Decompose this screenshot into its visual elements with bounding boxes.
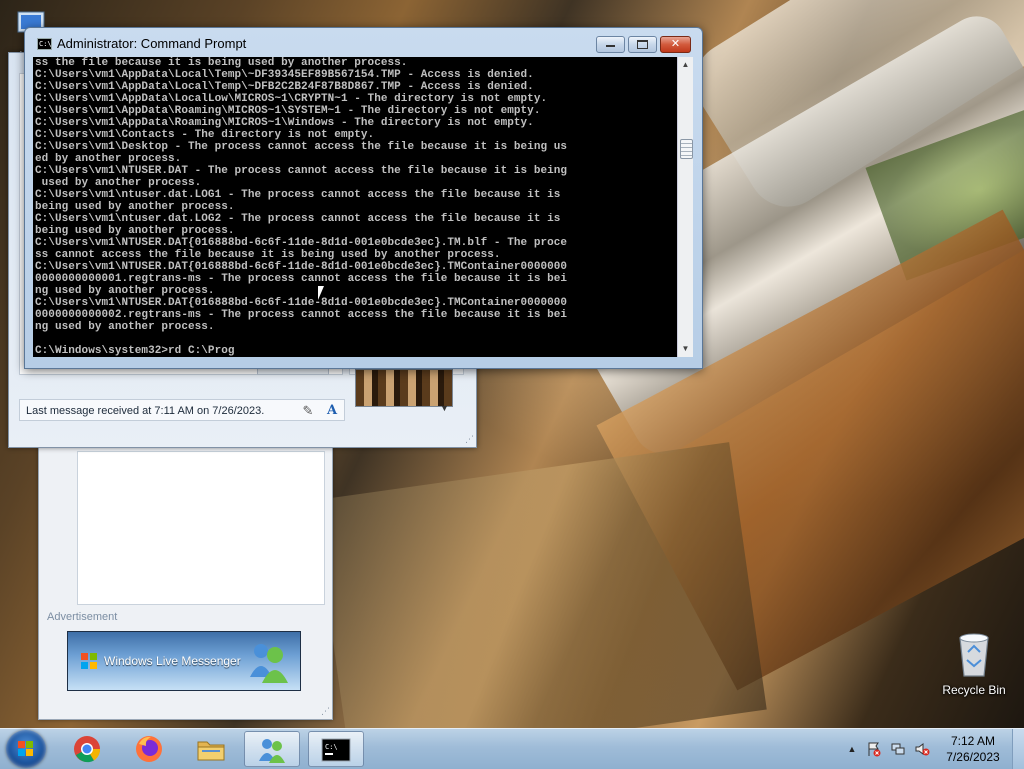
console-text: ss the file because it is being used by …	[33, 57, 677, 357]
network-icon[interactable]	[890, 741, 906, 757]
close-icon: ✕	[670, 38, 681, 50]
chevron-down-icon[interactable]: ▼	[440, 403, 449, 413]
svg-text:C:\: C:\	[325, 743, 338, 751]
console-line: C:\Users\vm1\ntuser.dat.LOG2 - The proce…	[35, 213, 561, 225]
command-prompt-window[interactable]: C:\ Administrator: Command Prompt ✕ ss t…	[24, 27, 703, 369]
console-output[interactable]: ss the file because it is being used by …	[33, 57, 677, 357]
show-desktop-button[interactable]	[1012, 729, 1024, 769]
windows-flag-icon	[81, 653, 97, 669]
contact-display-picture[interactable]	[355, 369, 453, 407]
messenger-buddies-icon	[259, 739, 285, 763]
recycle-bin-icon	[959, 633, 989, 677]
advertisement-label: Advertisement	[47, 611, 118, 623]
console-line: being used by another process.	[35, 225, 235, 237]
console-line: C:\Users\vm1\AppData\Roaming\MICROS~1\Wi…	[35, 117, 534, 129]
window-title: Administrator: Command Prompt	[57, 36, 247, 51]
recycle-bin-label: Recycle Bin	[942, 683, 1006, 697]
advertisement-banner[interactable]: Windows Live Messenger	[67, 631, 301, 691]
console-line: C:\Users\vm1\NTUSER.DAT{016888bd-6c6f-11…	[35, 297, 568, 309]
scroll-down-icon[interactable]: ▼	[678, 341, 693, 357]
maximize-button[interactable]	[628, 36, 657, 53]
folder-icon	[197, 741, 225, 761]
console-line: C:\Users\vm1\NTUSER.DAT - The process ca…	[35, 165, 568, 177]
scroll-thumb[interactable]	[680, 139, 693, 159]
scroll-up-icon[interactable]: ▲	[678, 57, 693, 73]
clock-date: 7/26/2023	[946, 750, 1000, 764]
console-line: C:\Users\vm1\NTUSER.DAT{016888bd-6c6f-11…	[35, 261, 568, 273]
console-line: C:\Windows\system32>rd C:\Prog	[35, 345, 235, 357]
console-line: C:\Users\vm1\NTUSER.DAT{016888bd-6c6f-11…	[35, 237, 568, 249]
resize-grip-icon[interactable]: ⋰	[465, 434, 474, 445]
recycle-bin[interactable]: Recycle Bin	[936, 630, 1012, 697]
windows-logo-icon	[18, 741, 34, 757]
console-line: ng used by another process.	[35, 321, 215, 333]
vertical-scrollbar[interactable]: ▲ ▼	[677, 57, 693, 357]
title-bar[interactable]: C:\ Administrator: Command Prompt ✕	[25, 28, 702, 58]
resize-grip-icon[interactable]: ⋰	[321, 706, 330, 717]
action-center-flag-icon[interactable]	[866, 741, 882, 757]
advertisement-banner-text: Windows Live Messenger	[104, 654, 241, 668]
console-line: C:\Users\vm1\AppData\Roaming\MICROS~1\SY…	[35, 105, 541, 117]
console-line: C:\Users\vm1\ntuser.dat.LOG1 - The proce…	[35, 189, 561, 201]
pen-icon[interactable]: ✎	[298, 402, 318, 420]
font-button[interactable]: A	[322, 402, 342, 420]
console-line: C:\Users\vm1\AppData\LocalLow\MICROS~1\C…	[35, 93, 548, 105]
console-line: ss the file because it is being used by …	[35, 57, 408, 69]
wallpaper-shape	[313, 442, 767, 728]
cmd-icon: C:\	[37, 38, 52, 50]
minimize-button[interactable]	[596, 36, 625, 53]
taskbar-clock[interactable]: 7:12 AM 7/26/2023	[946, 733, 1000, 765]
console-line: C:\Users\vm1\Desktop - The process canno…	[35, 141, 568, 153]
messenger-back-pane	[77, 451, 325, 605]
volume-muted-icon[interactable]	[914, 741, 930, 757]
console-line: used by another process.	[35, 177, 202, 189]
start-button[interactable]	[6, 730, 46, 768]
chrome-icon	[74, 736, 101, 763]
taskbar-item-messenger[interactable]	[244, 731, 300, 767]
console-line: C:\Users\vm1\Contacts - The directory is…	[35, 129, 375, 141]
maximize-icon	[637, 40, 648, 49]
console-line: 0000000000002.regtrans-ms - The process …	[35, 309, 568, 321]
console-line: ed by another process.	[35, 153, 182, 165]
show-hidden-icons-button[interactable]: ▲	[844, 741, 860, 757]
taskbar: C:\ ▲ 7:12 AM 7/26/2023	[0, 728, 1024, 769]
minimize-icon	[606, 45, 615, 47]
firefox-icon	[136, 736, 162, 762]
taskbar-item-command-prompt[interactable]: C:\	[308, 731, 364, 767]
taskbar-item-explorer[interactable]	[184, 731, 240, 767]
console-line: 0000000000001.regtrans-ms - The process …	[35, 273, 568, 285]
status-bar: Last message received at 7:11 AM on 7/26…	[19, 399, 345, 421]
messenger-buddies-icon	[249, 644, 288, 683]
console-line: ng used by another process.	[35, 285, 215, 297]
taskbar-item-firefox[interactable]	[122, 731, 178, 767]
cmd-icon: C:\	[321, 738, 351, 762]
mouse-cursor-icon	[318, 286, 324, 300]
last-message-status: Last message received at 7:11 AM on 7/26…	[26, 405, 265, 417]
close-button[interactable]: ✕	[660, 36, 691, 53]
console-line: ss cannot access the file because it is …	[35, 249, 501, 261]
console-line: being used by another process.	[35, 201, 235, 213]
clock-time: 7:12 AM	[950, 734, 996, 748]
taskbar-item-chrome[interactable]	[60, 731, 116, 767]
console-line: C:\Users\vm1\AppData\Local\Temp\~DF39345…	[35, 69, 534, 81]
console-line: C:\Users\vm1\AppData\Local\Temp\~DFB2C2B…	[35, 81, 534, 93]
messenger-back-window[interactable]: Advertisement Windows Live Messenger ⋰	[38, 420, 333, 720]
